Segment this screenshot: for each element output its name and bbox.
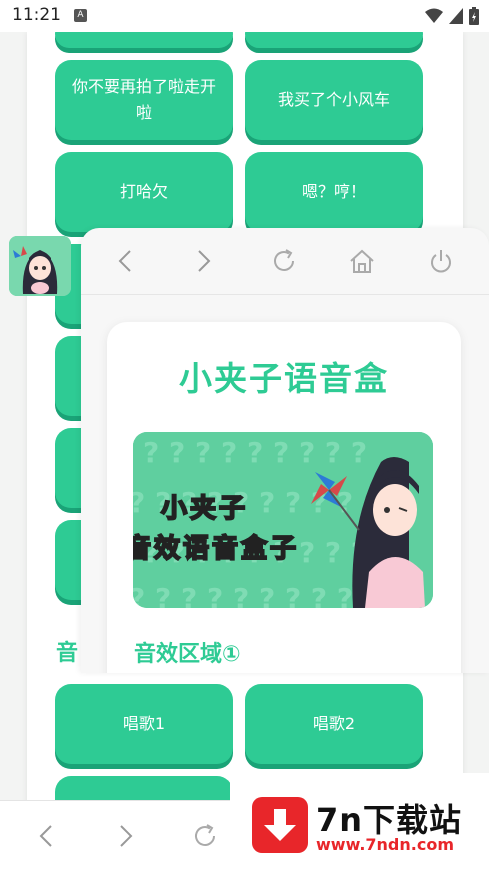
forward-icon[interactable] xyxy=(188,246,218,276)
status-bar: 11:21 A xyxy=(0,0,489,32)
sound-button[interactable]: 嗯？哼！ xyxy=(245,152,423,232)
sound-button[interactable]: 我买了个小风车 xyxy=(245,60,423,140)
sound-button-sing2[interactable]: 唱歌2 xyxy=(245,684,423,764)
floating-avatar-bubble[interactable] xyxy=(9,236,71,296)
power-icon[interactable] xyxy=(426,246,456,276)
character-avatar-icon xyxy=(9,236,71,296)
back-icon[interactable] xyxy=(111,246,141,276)
status-icons xyxy=(425,7,479,25)
wifi-icon xyxy=(425,8,443,23)
download-logo-icon xyxy=(252,797,308,853)
refresh-icon[interactable] xyxy=(269,246,299,276)
notification-icon: A xyxy=(74,9,87,22)
sound-button[interactable]: 你不要再拍了啦走开啦 xyxy=(55,60,233,140)
floating-toolbar xyxy=(81,228,489,295)
home-icon[interactable] xyxy=(347,246,377,276)
app-title: 小夹子语音盒 xyxy=(179,359,389,398)
sound-button-sing1[interactable]: 唱歌1 xyxy=(55,684,233,764)
back-icon[interactable] xyxy=(32,821,62,851)
refresh-icon[interactable] xyxy=(190,821,220,851)
watermark-7n: 7n下载站 www.7ndn.com xyxy=(230,773,489,869)
section-title: 音 xyxy=(56,641,79,666)
banner-text-line1: 小夹子 xyxy=(160,493,249,525)
floating-browser-window: 小夹子语音盒 ? ? ? ? ? ? ? ? ? ? ? ? ? ? ? ? ?… xyxy=(81,228,489,673)
status-time: 11:21 xyxy=(12,5,61,25)
watermark-url: www.7ndn.com xyxy=(316,835,454,854)
app-card: 小夹子语音盒 ? ? ? ? ? ? ? ? ? ? ? ? ? ? ? ? ?… xyxy=(107,322,461,673)
battery-icon xyxy=(469,7,479,25)
banner-image: ? ? ? ? ? ? ? ? ? ? ? ? ? ? ? ? ? ? ? ? … xyxy=(133,432,433,608)
banner-text-line2: 音效语音盒子 xyxy=(133,533,300,565)
forward-icon[interactable] xyxy=(110,821,140,851)
signal-icon xyxy=(449,8,463,24)
svg-text:? ? ? ? ? ? ? ? ?: ? ? ? ? ? ? ? ? ? xyxy=(143,436,367,469)
svg-text:? ? ? ? ? ? ? ? ?: ? ? ? ? ? ? ? ? ? xyxy=(133,582,353,608)
sound-button[interactable]: 打哈欠 xyxy=(55,152,233,232)
section-title-sound-area: 音效区域① xyxy=(134,642,241,667)
